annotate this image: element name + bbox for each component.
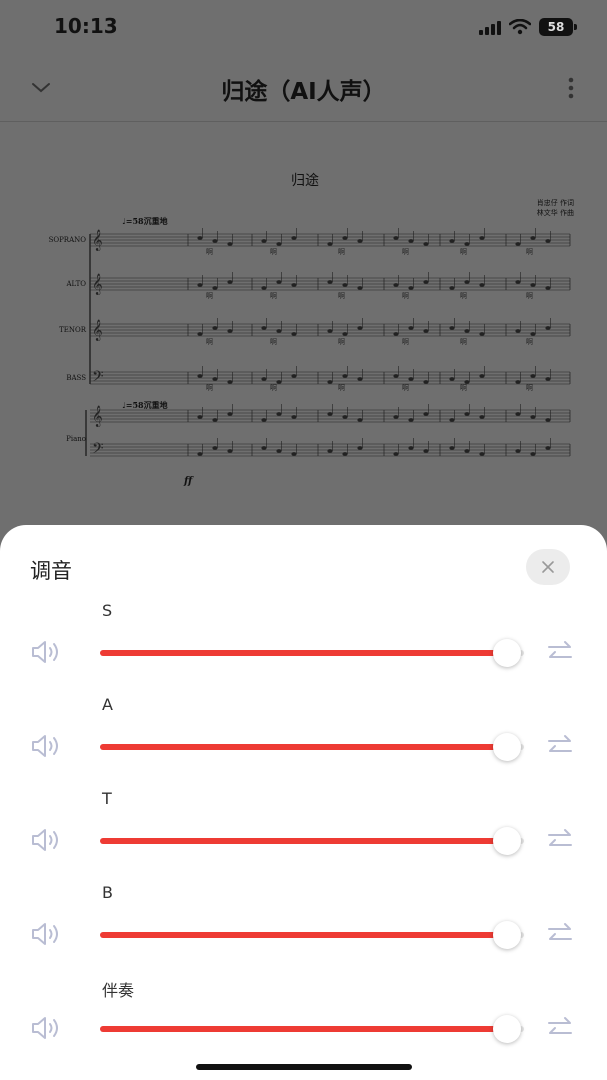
track-row-accompaniment: 伴奏 xyxy=(0,977,607,1071)
svg-text:啊: 啊 xyxy=(206,248,213,256)
svg-text:𝄞: 𝄞 xyxy=(92,406,103,427)
svg-text:啊: 啊 xyxy=(206,384,213,392)
svg-text:啊: 啊 xyxy=(526,292,533,300)
page-title: 归途（AI人声） xyxy=(221,79,386,105)
tuning-sheet: 调音 S A T B 伴奏 xyxy=(0,525,607,1080)
slider-thumb[interactable] xyxy=(493,921,522,949)
track-label-t: T xyxy=(102,789,112,808)
header: 归途（AI人声） xyxy=(0,56,607,122)
svg-text:𝄢: 𝄢 xyxy=(92,440,104,461)
volume-slider-a[interactable] xyxy=(100,733,524,761)
score-preview[interactable]: 归途 肖忠仔 作词 林文华 作曲 ♩=58沉重地 ♩=58沉重地 SOPRANO… xyxy=(30,150,580,510)
volume-slider-t[interactable] xyxy=(100,827,524,855)
swap-icon[interactable] xyxy=(546,921,574,947)
header-divider xyxy=(0,121,607,122)
slider-thumb[interactable] xyxy=(493,1015,522,1043)
svg-text:啊: 啊 xyxy=(338,384,345,392)
dynamic-marking: ff xyxy=(184,476,193,487)
speaker-icon[interactable] xyxy=(30,827,62,853)
svg-text:啊: 啊 xyxy=(206,292,213,300)
volume-slider-b[interactable] xyxy=(100,921,524,949)
slider-fill xyxy=(100,1026,508,1032)
swap-icon[interactable] xyxy=(546,827,574,853)
volume-slider-s[interactable] xyxy=(100,639,524,667)
svg-text:啊: 啊 xyxy=(270,338,277,346)
slider-fill xyxy=(100,932,508,938)
svg-text:啊: 啊 xyxy=(402,384,409,392)
svg-text:啊: 啊 xyxy=(526,384,533,392)
slider-fill xyxy=(100,744,508,750)
slider-thumb[interactable] xyxy=(493,639,522,667)
score-staves: 𝄞𝄞𝄞𝄢𝄞𝄢啊啊啊啊啊啊啊啊啊啊啊啊啊啊啊啊啊啊啊啊啊啊啊啊 xyxy=(85,228,571,461)
svg-text:𝄢: 𝄢 xyxy=(92,368,104,389)
svg-text:啊: 啊 xyxy=(460,248,467,256)
volume-slider-accompaniment[interactable] xyxy=(100,1015,524,1043)
svg-text:𝄞: 𝄞 xyxy=(92,230,103,251)
speaker-icon[interactable] xyxy=(30,1015,62,1041)
slider-fill xyxy=(100,650,508,656)
svg-text:𝄞: 𝄞 xyxy=(92,320,103,341)
track-label-accompaniment: 伴奏 xyxy=(102,981,135,1000)
sheet-title: 调音 xyxy=(30,559,72,583)
svg-text:啊: 啊 xyxy=(402,248,409,256)
svg-text:啊: 啊 xyxy=(338,292,345,300)
close-button[interactable] xyxy=(526,549,570,585)
slider-thumb[interactable] xyxy=(493,733,522,761)
track-row-s: S xyxy=(0,601,607,695)
svg-text:啊: 啊 xyxy=(270,292,277,300)
track-label-s: S xyxy=(102,601,113,620)
swap-icon[interactable] xyxy=(546,733,574,759)
status-bar: 10:13 58 xyxy=(0,0,607,56)
signal-icon xyxy=(479,19,501,35)
wifi-icon xyxy=(509,19,531,35)
track-label-b: B xyxy=(102,883,113,902)
track-row-a: A xyxy=(0,695,607,789)
track-row-t: T xyxy=(0,789,607,883)
swap-icon[interactable] xyxy=(546,639,574,665)
svg-text:啊: 啊 xyxy=(402,338,409,346)
svg-text:啊: 啊 xyxy=(526,338,533,346)
svg-text:啊: 啊 xyxy=(526,248,533,256)
status-icons: 58 xyxy=(479,16,577,38)
speaker-icon[interactable] xyxy=(30,733,62,759)
slider-thumb[interactable] xyxy=(493,827,522,855)
close-icon xyxy=(542,561,554,573)
svg-text:啊: 啊 xyxy=(338,248,345,256)
track-row-b: B xyxy=(0,883,607,977)
status-time: 10:13 xyxy=(54,14,118,38)
speaker-icon[interactable] xyxy=(30,921,62,947)
track-label-a: A xyxy=(102,695,113,714)
speaker-icon[interactable] xyxy=(30,639,62,665)
slider-fill xyxy=(100,838,508,844)
svg-text:啊: 啊 xyxy=(402,292,409,300)
svg-text:啊: 啊 xyxy=(206,338,213,346)
battery-icon: 58 xyxy=(539,18,577,36)
svg-text:啊: 啊 xyxy=(270,384,277,392)
more-vertical-icon[interactable] xyxy=(567,76,575,100)
svg-text:啊: 啊 xyxy=(460,292,467,300)
svg-text:啊: 啊 xyxy=(270,248,277,256)
svg-text:𝄞: 𝄞 xyxy=(92,274,103,295)
svg-text:啊: 啊 xyxy=(460,338,467,346)
home-indicator[interactable] xyxy=(196,1064,412,1070)
svg-text:啊: 啊 xyxy=(460,384,467,392)
svg-text:啊: 啊 xyxy=(338,338,345,346)
swap-icon[interactable] xyxy=(546,1015,574,1041)
